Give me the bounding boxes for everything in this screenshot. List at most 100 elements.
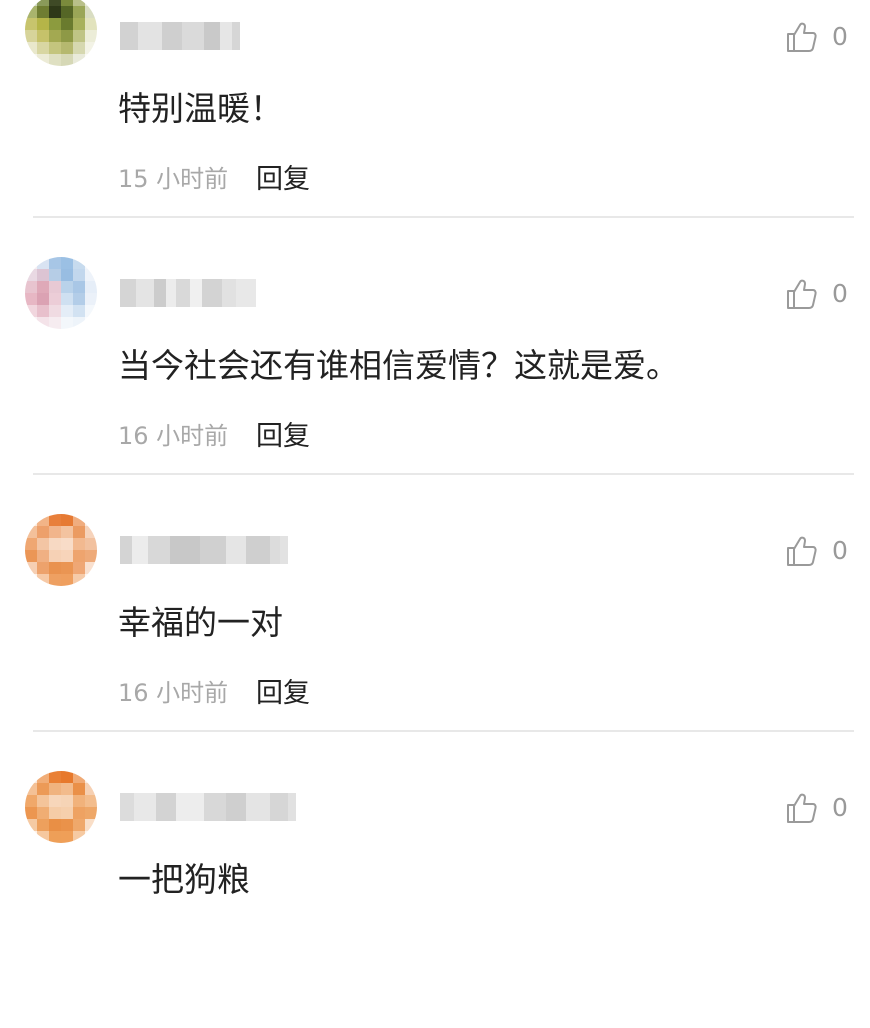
avatar-pixel	[37, 30, 49, 42]
username-blur-block	[288, 793, 296, 821]
like-button[interactable]: 0	[786, 277, 848, 311]
avatar-pixel	[49, 54, 61, 66]
like-count: 0	[832, 536, 848, 565]
avatar-pixel	[37, 18, 49, 30]
username-blur-block	[270, 536, 280, 564]
username-blurred[interactable]	[120, 793, 296, 821]
comment-time: 16 小时前	[118, 678, 229, 707]
avatar-pixel	[37, 538, 49, 550]
avatar-pixel	[25, 783, 37, 795]
avatar-pixel	[85, 257, 97, 269]
avatar-pixel	[85, 795, 97, 807]
avatar-pixel	[85, 18, 97, 30]
avatar-pixel	[37, 550, 49, 562]
avatar-pixel	[85, 293, 97, 305]
avatar-pixel	[61, 831, 73, 843]
avatar-pixel	[37, 317, 49, 329]
avatar-pixel	[73, 771, 85, 783]
avatar-pixel	[61, 6, 73, 18]
avatar-pixel	[49, 42, 61, 54]
username-blur-block	[120, 536, 132, 564]
avatar-pixel	[61, 538, 73, 550]
avatar-pixel	[37, 514, 49, 526]
avatar-pixel	[73, 293, 85, 305]
avatar-pixel	[49, 6, 61, 18]
username-blur-block	[246, 793, 270, 821]
username-blurred[interactable]	[120, 22, 240, 50]
username-blur-block	[226, 793, 246, 821]
username-blur-block	[120, 279, 136, 307]
avatar-pixel	[49, 771, 61, 783]
avatar-pixel	[37, 819, 49, 831]
reply-button[interactable]: 回复	[256, 157, 310, 196]
avatar-pixel	[73, 574, 85, 586]
avatar-pixel	[61, 783, 73, 795]
avatar-pixel	[85, 574, 97, 586]
avatar-pixel	[73, 317, 85, 329]
avatar-pixel	[73, 819, 85, 831]
avatar-pixel	[37, 526, 49, 538]
avatar-pixel	[37, 293, 49, 305]
comment-text: 一把狗粮	[118, 860, 250, 899]
like-count: 0	[832, 279, 848, 308]
avatar-pixel	[25, 6, 37, 18]
username-blurred[interactable]	[120, 279, 256, 307]
avatar-pixel	[49, 574, 61, 586]
avatar-pixel	[85, 317, 97, 329]
avatar-pixel	[73, 281, 85, 293]
like-button[interactable]: 0	[786, 20, 848, 54]
username-blur-block	[120, 22, 138, 50]
avatar-pixel	[73, 30, 85, 42]
username-blur-block	[170, 536, 200, 564]
avatar-pixel	[25, 293, 37, 305]
avatar-pixel	[49, 281, 61, 293]
reply-button[interactable]: 回复	[256, 414, 310, 453]
avatar-pixel	[37, 771, 49, 783]
username-blur-block	[120, 793, 134, 821]
thumbs-up-icon	[786, 535, 818, 567]
avatar-pixel	[73, 538, 85, 550]
avatar-pixel	[73, 257, 85, 269]
avatar-pixel	[25, 42, 37, 54]
avatar-pixel	[37, 54, 49, 66]
avatar[interactable]	[25, 257, 97, 329]
reply-button[interactable]: 回复	[256, 671, 310, 710]
like-button[interactable]: 0	[786, 534, 848, 568]
comment-item: 0 一把狗粮	[0, 771, 870, 1028]
username-blurred[interactable]	[120, 536, 288, 564]
avatar-pixel	[61, 42, 73, 54]
username-blur-block	[232, 22, 240, 50]
avatar-pixel	[25, 831, 37, 843]
avatar-pixel	[37, 281, 49, 293]
avatar-pixel	[73, 54, 85, 66]
comment-meta: 16 小时前 回复	[118, 414, 310, 453]
avatar[interactable]	[25, 0, 97, 66]
avatar-pixel	[49, 269, 61, 281]
avatar-pixel	[73, 514, 85, 526]
avatar-pixel	[37, 795, 49, 807]
avatar[interactable]	[25, 771, 97, 843]
avatar-pixel	[85, 269, 97, 281]
username-blur-block	[176, 279, 190, 307]
avatar[interactable]	[25, 514, 97, 586]
avatar-pixel	[61, 562, 73, 574]
avatar-pixel	[37, 574, 49, 586]
avatar-pixel	[85, 42, 97, 54]
avatar-pixel	[49, 562, 61, 574]
divider	[33, 216, 854, 218]
comment-meta: 16 小时前 回复	[118, 671, 310, 710]
avatar-pixel	[37, 257, 49, 269]
avatar-pixel	[61, 305, 73, 317]
avatar-pixel	[25, 30, 37, 42]
avatar-pixel	[37, 807, 49, 819]
avatar-pixel	[73, 807, 85, 819]
avatar-pixel	[49, 550, 61, 562]
divider	[33, 473, 854, 475]
thumbs-up-icon	[786, 792, 818, 824]
like-button[interactable]: 0	[786, 791, 848, 825]
avatar-pixel	[49, 305, 61, 317]
avatar-pixel	[85, 819, 97, 831]
avatar-pixel	[37, 305, 49, 317]
username-blur-block	[162, 22, 182, 50]
username-blur-block	[154, 279, 166, 307]
